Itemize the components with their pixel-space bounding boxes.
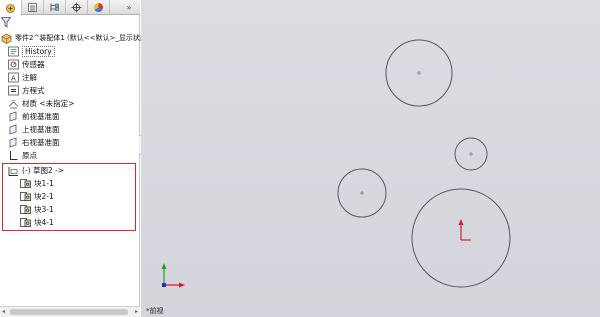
more-tabs-button[interactable]: » <box>118 0 140 15</box>
sketch-origin-icon <box>458 219 471 241</box>
svg-text:A: A <box>11 75 16 83</box>
tree-item-part-root[interactable]: 零件2^装配体1 (默认<<默认>_显示状态 <box>1 32 147 45</box>
tree-item-label: 传感器 <box>22 60 45 69</box>
graphics-area[interactable]: *前视 <box>141 0 600 317</box>
feature-manager-panel: » 零件2^装配体1 (默认<<默认>_显示状态 History 传感器 A 注… <box>0 0 147 317</box>
tree-item-sensors[interactable]: 传感器 <box>8 58 45 71</box>
selection-highlight-box <box>2 163 136 231</box>
filter-icon <box>1 17 11 28</box>
sketch-circle-2[interactable] <box>454 137 488 171</box>
sketch-canvas[interactable] <box>141 0 600 317</box>
tree-item-front-plane[interactable]: 前视基准面 <box>8 110 60 123</box>
tree-item-annotations[interactable]: A 注解 <box>8 71 37 84</box>
origin-icon <box>10 151 18 160</box>
part-icon <box>1 33 12 44</box>
sensor-icon <box>8 59 19 70</box>
tree-item-equations[interactable]: 方程式 <box>8 84 45 97</box>
scroll-right-arrow-icon[interactable]: ▸ <box>135 308 138 315</box>
plane-icon <box>9 111 17 122</box>
sketch-circle-1[interactable] <box>385 39 453 107</box>
tree-item-label: 原点 <box>22 151 37 160</box>
property-manager-tab[interactable] <box>22 0 44 15</box>
history-folder-icon <box>8 46 19 57</box>
tree-item-label: 方程式 <box>22 86 45 95</box>
dimxpert-manager-tab[interactable] <box>66 0 88 15</box>
plane-icon <box>9 124 17 135</box>
crosshair-icon <box>71 2 82 13</box>
color-wheel-icon <box>93 2 104 13</box>
tree-filter[interactable] <box>0 16 140 30</box>
tree-item-label: 注解 <box>22 73 37 82</box>
tree-item-material[interactable]: 材质 <未指定> <box>8 97 74 110</box>
property-list-icon <box>28 3 37 12</box>
tree-item-right-plane[interactable]: 右视基准面 <box>8 136 60 149</box>
manager-tab-bar: » <box>0 0 140 16</box>
feature-manager-tab[interactable] <box>0 0 22 16</box>
equation-icon <box>8 85 19 96</box>
material-icon <box>8 100 19 109</box>
view-orientation-label: *前视 <box>146 307 164 315</box>
scroll-left-arrow-icon[interactable]: ◂ <box>2 308 5 315</box>
sketch-circle-3[interactable] <box>337 168 387 218</box>
horizontal-scrollbar[interactable]: ◂ ▸ <box>0 306 140 317</box>
tree-item-label: 前视基准面 <box>22 112 60 121</box>
configuration-icon <box>50 3 59 12</box>
tree-item-label: History <box>22 46 55 57</box>
tree-item-label: 右视基准面 <box>22 138 60 147</box>
view-triad-icon <box>161 263 185 288</box>
annotation-icon: A <box>8 72 19 83</box>
tree-item-history[interactable]: History <box>8 45 55 58</box>
display-manager-tab[interactable] <box>88 0 110 15</box>
tree-item-label: 上视基准面 <box>22 125 60 134</box>
scrollbar-thumb[interactable] <box>10 309 128 315</box>
feature-tree-icon <box>6 3 15 13</box>
tree-item-label: 材质 <未指定> <box>22 99 75 108</box>
tree-item-top-plane[interactable]: 上视基准面 <box>8 123 60 136</box>
tree-item-origin[interactable]: 原点 <box>8 149 37 162</box>
plane-icon <box>9 137 17 148</box>
tree-item-label: 零件2^装配体1 (默认<<默认>_显示状态 <box>15 34 147 42</box>
configuration-manager-tab[interactable] <box>44 0 66 15</box>
